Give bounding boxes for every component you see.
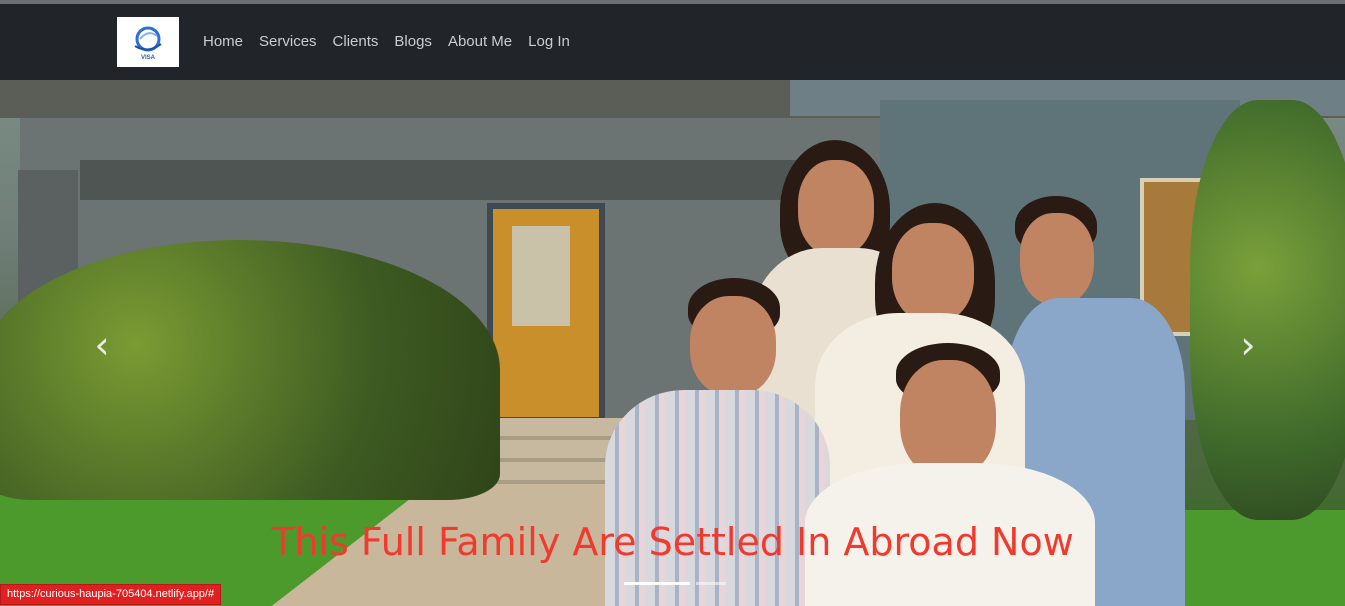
logo-text: VISA: [140, 54, 155, 61]
nav-log-in[interactable]: Log In: [528, 33, 570, 51]
status-bar-url: https://curious-haupia-705404.netlify.ap…: [0, 584, 222, 605]
girl-face: [892, 223, 974, 323]
nav-services[interactable]: Services: [259, 33, 317, 51]
door-window: [512, 226, 570, 326]
nav-blogs[interactable]: Blogs: [394, 33, 432, 51]
garden-bushes: [0, 240, 500, 500]
nav-home[interactable]: Home: [203, 33, 243, 51]
chevron-right-icon: ›: [1240, 323, 1256, 367]
father-face: [900, 360, 996, 478]
carousel-indicator-2[interactable]: [696, 582, 726, 585]
carousel-indicators: [624, 582, 726, 585]
globe-logo-icon: [134, 26, 162, 51]
boy-left-face: [690, 296, 776, 396]
nav-about-me[interactable]: About Me: [448, 33, 512, 51]
tree-right: [1190, 100, 1345, 520]
nav-links: Home Services Clients Blogs About Me Log…: [203, 33, 586, 51]
carousel-caption: This Full Family Are Settled In Abroad N…: [271, 520, 1074, 564]
boy-right-face: [1020, 213, 1094, 305]
carousel-next-button[interactable]: ›: [1228, 320, 1268, 370]
hero-carousel: ‹ › This Full Family Are Settled In Abro…: [0, 80, 1345, 606]
navbar: VISA Home Services Clients Blogs About M…: [0, 4, 1345, 81]
chevron-left-icon: ‹: [94, 323, 110, 367]
brand-logo[interactable]: VISA: [117, 17, 179, 67]
carousel-indicator-1[interactable]: [624, 582, 690, 585]
boy-left-shirt: [605, 390, 830, 606]
carousel-prev-button[interactable]: ‹: [82, 320, 122, 370]
mother-face: [798, 160, 874, 256]
nav-clients[interactable]: Clients: [333, 33, 379, 51]
